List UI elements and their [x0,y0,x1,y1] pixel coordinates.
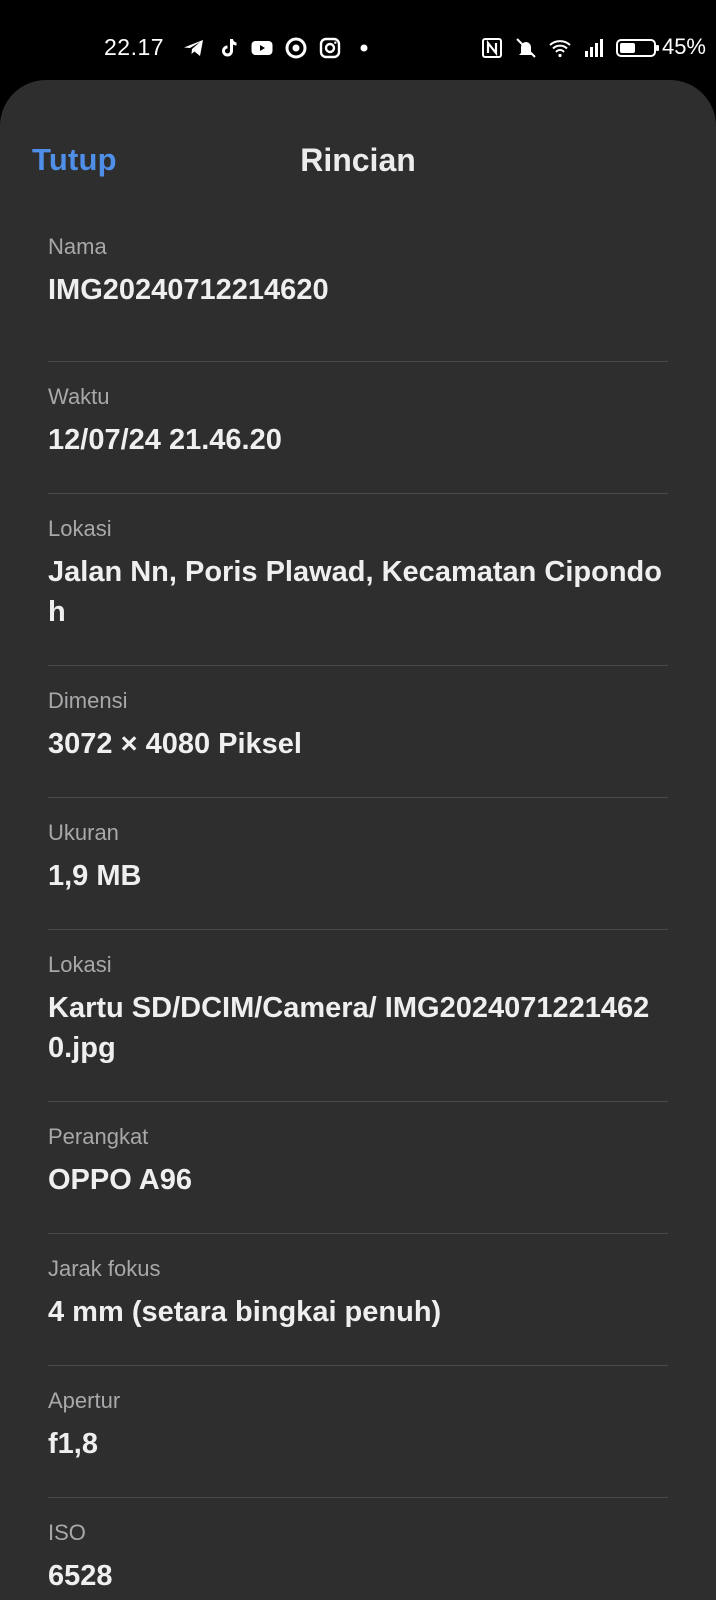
mute-vibrate-icon [514,36,538,60]
detail-value: 12/07/24 21.46.20 [48,424,282,456]
details-sheet: Tutup Rincian Nama IMG20240712214620 Wak… [0,80,716,1600]
nfc-icon [480,36,504,60]
battery-icon [616,36,660,60]
detail-label: Ukuran [48,820,119,845]
detail-label: Jarak fokus [48,1256,161,1281]
detail-row-device: Perangkat OPPO A96 [48,1102,668,1234]
detail-label: ISO [48,1520,86,1545]
detail-row-name: Nama IMG20240712214620 [48,230,668,362]
youtube-icon [250,36,274,60]
detail-value: 1,9 MB [48,860,142,892]
status-bar: 22.17 45% [0,0,716,80]
page-title: Rincian [300,142,416,178]
detail-label: Lokasi [48,516,112,541]
detail-label: Dimensi [48,688,128,713]
detail-row-location: Lokasi Jalan Nn, Poris Plawad, Kecamatan… [48,494,668,666]
detail-row-path: Lokasi Kartu SD/DCIM/Camera/ IMG20240712… [48,930,668,1102]
system-icons [480,34,660,62]
detail-value: OPPO A96 [48,1164,192,1196]
dot-icon [352,36,376,60]
detail-value: IMG20240712214620 [48,274,329,306]
details-list: Nama IMG20240712214620 Waktu 12/07/24 21… [48,230,668,1600]
detail-label: Lokasi [48,952,112,977]
instagram-icon [318,36,342,60]
detail-row-time: Waktu 12/07/24 21.46.20 [48,362,668,494]
radar-app-icon [284,36,308,60]
detail-label: Apertur [48,1388,121,1413]
telegram-icon [182,36,206,60]
detail-value: 3072 × 4080 Piksel [48,728,302,760]
detail-value: Kartu SD/DCIM/Camera/ IMG20240712214620.… [48,992,650,1064]
detail-label: Perangkat [48,1124,149,1149]
battery-percent: 45% [661,34,706,59]
detail-value: 4 mm (setara bingkai penuh) [48,1296,442,1328]
wifi-icon [548,36,572,60]
sheet-header: Tutup Rincian [0,80,716,200]
detail-label: Waktu [48,384,110,409]
detail-row-size: Ukuran 1,9 MB [48,798,668,930]
detail-row-aperture: Apertur f1,8 [48,1366,668,1498]
detail-label: Nama [48,234,107,259]
detail-row-iso: ISO 6528 [48,1498,668,1600]
notification-icons [182,34,376,62]
detail-row-focal-length: Jarak fokus 4 mm (setara bingkai penuh) [48,1234,668,1366]
status-time: 22.17 [104,34,165,60]
tiktok-icon [216,36,240,60]
detail-row-dimensions: Dimensi 3072 × 4080 Piksel [48,666,668,798]
detail-value: 6528 [48,1560,113,1592]
signal-icon [582,36,606,60]
detail-value: Jalan Nn, Poris Plawad, Kecamatan Cipond… [48,556,662,628]
detail-value: f1,8 [48,1428,98,1460]
